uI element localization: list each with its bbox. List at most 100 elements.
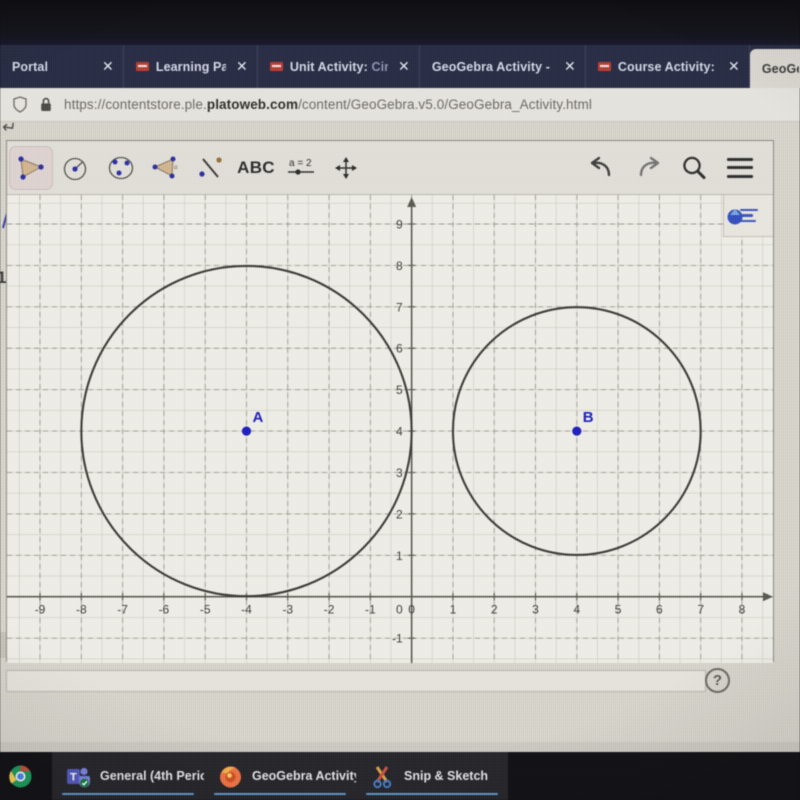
windows-taskbar: T General (4th Period... GeoGebra Activi… (0, 752, 800, 800)
tab-close-icon[interactable]: ✕ (728, 58, 740, 75)
svg-text:6: 6 (656, 603, 663, 617)
svg-text:4: 4 (396, 425, 403, 439)
page-fragment-arrow: ↵ (0, 117, 18, 138)
svg-text:2: 2 (491, 603, 498, 617)
tab-close-icon[interactable]: ✕ (236, 58, 248, 75)
svg-text:8: 8 (396, 259, 403, 273)
slider-icon: a = 2 (288, 158, 314, 175)
search-button[interactable] (673, 147, 715, 189)
monitor-bezel (0, 0, 800, 45)
svg-text:1: 1 (450, 603, 457, 617)
plato-favicon-icon (269, 62, 283, 71)
browser-tab-learning-path[interactable]: Learning Path - Geo ✕ (124, 45, 258, 88)
line-point-icon (199, 156, 222, 178)
redo-icon (639, 156, 660, 176)
svg-text:3: 3 (396, 466, 403, 480)
firefox-icon (220, 766, 241, 787)
svg-text:8: 8 (739, 603, 746, 617)
url-host-dim: contentstore.ple. (105, 97, 207, 112)
style-bar-toggle[interactable] (723, 195, 773, 237)
coordinate-plane[interactable]: -9 -8 -7 -6 -5 -4 -3 -2 -1 0 1 2 3 4 5 6 7 8 -1 1 2 3 4 5 6 7 8 9 0 A… (7, 195, 773, 663)
search-icon (683, 156, 706, 179)
url-host: platoweb.com (206, 97, 299, 112)
geogebra-toolbar: α ABC a = 2 (7, 141, 773, 195)
tab-title: GeoGebra Activity - (431, 59, 554, 74)
svg-text:7: 7 (697, 603, 704, 617)
browser-tab-active-geogebra[interactable]: GeoGeb (749, 49, 800, 88)
tab-title: Unit Activity: (289, 59, 372, 74)
svg-text:T: T (70, 771, 77, 783)
svg-text:0: 0 (408, 603, 415, 617)
svg-text:0: 0 (396, 603, 403, 617)
browser-tab-geogebra-activity[interactable]: GeoGebra Activity - Geo ✕ (420, 45, 586, 88)
angle-tool[interactable]: α (144, 146, 188, 190)
browser-tab-strip: Portal ✕ Learning Path - Geo ✕ Unit Acti… (0, 45, 800, 88)
circle-radius-icon (63, 157, 87, 180)
snip-sketch-icon (373, 765, 392, 788)
circle-center-point-tool[interactable] (54, 146, 98, 190)
geogebra-applet: α ABC a = 2 -9 -8 -7 -6 -5 -4 -3 -2 -1 0… (6, 140, 774, 663)
svg-text:2: 2 (396, 507, 403, 521)
taskbar-label: Snip & Sketch (404, 769, 489, 783)
svg-text:-8: -8 (76, 603, 87, 617)
tab-title: Learning Path - (155, 59, 226, 74)
circle-three-points-tool[interactable] (99, 146, 143, 190)
browser-tab-course-activity[interactable]: Course Activity: Pro ✕ (586, 45, 750, 88)
svg-text:4: 4 (573, 603, 580, 617)
svg-text:-2: -2 (324, 603, 335, 617)
browser-url-bar[interactable]: https://contentstore.ple.platoweb.com/co… (0, 88, 800, 122)
svg-text:9: 9 (396, 217, 403, 231)
browser-tab-unit-activity[interactable]: Unit Activity: Circles ✕ (258, 45, 420, 88)
url-path: /content/GeoGebra.v5.0/GeoGebra_Activity… (298, 97, 592, 112)
shield-icon[interactable] (12, 96, 28, 113)
url-scheme: https:// (64, 97, 106, 112)
svg-text:B: B (583, 409, 594, 426)
svg-text:α: α (174, 165, 178, 171)
circle-three-points-icon (108, 156, 134, 179)
main-menu-button[interactable] (719, 147, 761, 189)
taskbar-item-chrome[interactable] (0, 752, 52, 800)
toolbar-tools-left: α ABC a = 2 (7, 145, 368, 190)
browser-tab-portal[interactable]: Portal ✕ (0, 45, 124, 88)
lock-icon[interactable] (38, 96, 54, 113)
teams-icon: T (67, 767, 90, 787)
move-graphics-tool[interactable] (9, 145, 53, 190)
line-tool[interactable] (189, 146, 233, 190)
svg-text:-1: -1 (365, 603, 376, 617)
slider-tool[interactable]: a = 2 (279, 146, 323, 190)
algebra-input-field[interactable] (6, 670, 706, 692)
svg-text:-3: -3 (282, 603, 293, 617)
svg-text:1: 1 (396, 549, 403, 563)
svg-text:5: 5 (615, 603, 622, 617)
tab-close-icon[interactable]: ✕ (102, 58, 114, 75)
tab-close-icon[interactable]: ✕ (564, 58, 576, 75)
style-bar-drop-icon (727, 209, 743, 225)
tab-title-dim: Circles (371, 59, 388, 74)
angle-icon: α (152, 156, 178, 178)
plato-favicon-icon (135, 62, 149, 71)
taskbar-item-firefox[interactable]: GeoGebra Activity -... (204, 752, 379, 800)
svg-text:a = 2: a = 2 (289, 158, 312, 169)
svg-text:7: 7 (396, 300, 403, 314)
abc-icon: ABC (237, 157, 275, 177)
url-text[interactable]: https://contentstore.ple.platoweb.com/co… (64, 97, 592, 112)
plato-favicon-icon (597, 62, 611, 71)
undo-button[interactable] (581, 147, 623, 189)
svg-text:-1: -1 (392, 632, 403, 646)
svg-text:-7: -7 (117, 603, 128, 617)
svg-text:-9: -9 (35, 603, 46, 617)
menu-icon (727, 157, 753, 178)
triangle-move-icon (18, 155, 44, 180)
redo-button[interactable] (627, 147, 669, 189)
svg-text:A: A (252, 409, 263, 426)
taskbar-item-teams[interactable]: T General (4th Period... (52, 752, 226, 800)
tab-title: GeoGeb (761, 61, 799, 76)
applet-footer: ? (6, 664, 774, 698)
taskbar-item-snip-sketch[interactable]: Snip & Sketch (356, 752, 508, 800)
graphics-view[interactable]: -9 -8 -7 -6 -5 -4 -3 -2 -1 0 1 2 3 4 5 6 7 8 -1 1 2 3 4 5 6 7 8 9 0 A… (7, 195, 773, 663)
move-view-tool[interactable] (324, 146, 368, 190)
text-tool[interactable]: ABC (234, 146, 278, 190)
tab-close-icon[interactable]: ✕ (398, 58, 410, 75)
tab-title: Portal (12, 59, 49, 74)
help-button[interactable]: ? (705, 668, 730, 693)
